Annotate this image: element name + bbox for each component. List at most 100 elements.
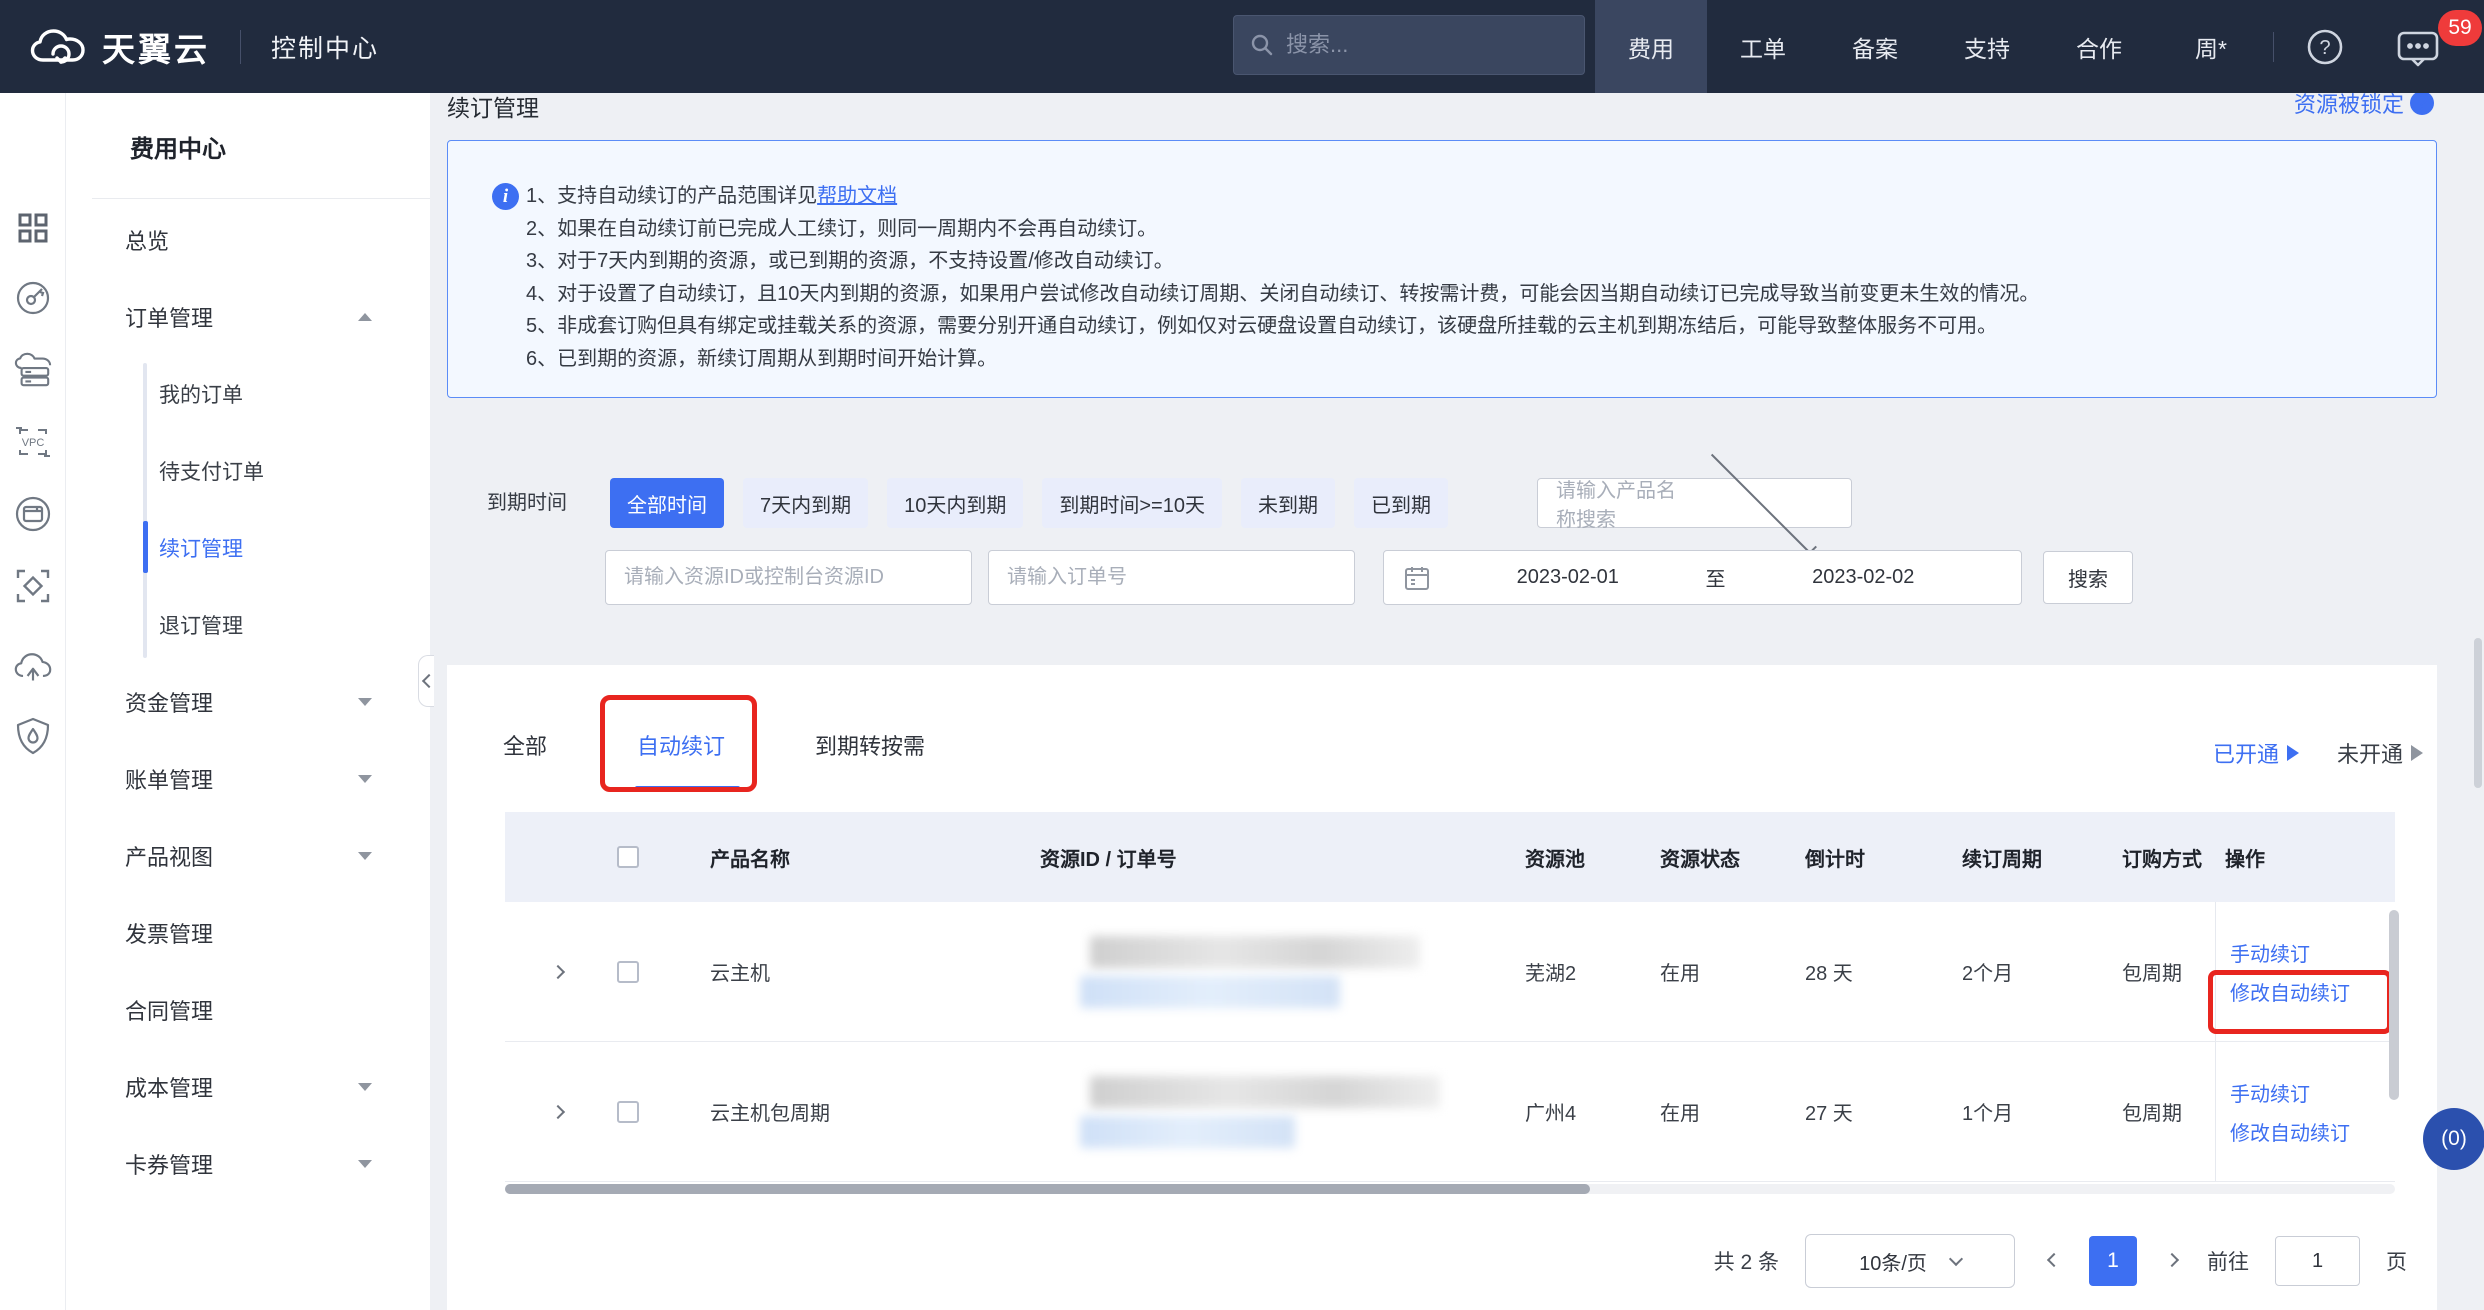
help-doc-link[interactable]: 帮助文档 [817,185,897,207]
order-no-input[interactable] [988,550,1355,605]
open-state-toggles: 已开通 未开通 [2213,737,2423,769]
row-checkbox[interactable] [617,1101,639,1123]
chevron-left-icon [2047,1253,2061,1267]
header-status: 资源状态 [1660,843,1805,872]
svg-text:?: ? [2319,37,2330,59]
console-window-icon[interactable] [14,495,52,533]
modify-auto-renew-link[interactable]: 修改自动续订 [2230,977,2395,1006]
service-icon-rail: VPC [0,93,66,1310]
filter-expired-button[interactable]: 已到期 [1354,478,1448,528]
search-button[interactable]: 搜索 [2043,551,2133,604]
table-header-row: 产品名称 资源ID / 订单号 资源池 资源状态 倒计时 续订周期 订购方式 操… [505,812,2395,902]
play-right-icon [2411,745,2423,761]
nav-item-partner[interactable]: 合作 [2043,0,2155,93]
tab-all[interactable]: 全部 [503,729,547,761]
navbar-menu: 费用 工单 备案 支持 合作 周* ? [1595,0,2484,93]
cloud-server-icon[interactable] [14,351,52,389]
console-center-label[interactable]: 控制中心 [271,29,379,65]
table-horizontal-scrollbar-thumb[interactable] [505,1184,1590,1194]
navbar-divider [240,30,241,64]
header-product: 产品名称 [710,843,1040,872]
brand-logo[interactable]: 天翼云 [30,23,210,71]
opened-toggle[interactable]: 已开通 [2213,737,2299,769]
current-page-button[interactable]: 1 [2089,1236,2137,1286]
cloud-sync-icon[interactable] [14,647,52,685]
sidebar-item-my-orders[interactable]: 我的订单 [66,355,430,432]
sidebar-item-pending-orders[interactable]: 待支付订单 [66,432,430,509]
manual-renew-link[interactable]: 手动续订 [2230,938,2395,967]
messages-button[interactable]: 59 [2370,0,2484,93]
filter-not-expired-button[interactable]: 未到期 [1241,478,1335,528]
apps-grid-icon[interactable] [14,209,52,247]
header-mode: 订购方式 [2122,843,2215,872]
cell-period: 1个月 [1962,1097,2122,1126]
redacted-resource-id [1090,1076,1440,1108]
table-vertical-scrollbar[interactable] [2389,910,2399,1100]
prev-page-button[interactable] [2041,1252,2063,1270]
sidebar-collapse-handle[interactable] [418,655,434,707]
page-size-select[interactable]: 10条/页 [1805,1234,2015,1288]
row-expand-icon[interactable] [551,1105,565,1119]
resource-id-input[interactable] [605,550,972,605]
help-button[interactable]: ? [2280,0,2370,93]
nav-item-tickets[interactable]: 工单 [1707,0,1819,93]
security-shield-icon[interactable] [14,717,52,755]
cell-status: 在用 [1660,957,1805,986]
info-icon: i [492,183,519,210]
sidebar-item-product-view[interactable]: 产品视图 [66,817,430,894]
sidebar-item-invoice-mgmt[interactable]: 发票管理 [66,894,430,971]
sidebar-item-overview[interactable]: 总览 [66,201,430,278]
not-opened-toggle[interactable]: 未开通 [2337,737,2423,769]
search-input[interactable] [1286,32,1574,58]
next-page-button[interactable] [2163,1252,2181,1270]
manual-renew-link[interactable]: 手动续订 [2230,1078,2395,1107]
sidebar-item-coupon-mgmt[interactable]: 卡券管理 [66,1125,430,1202]
expand-down-arrow-icon [358,1083,372,1091]
notice-line-3: 3、对于7天内到期的资源，或已到期的资源，不支持设置/修改自动续订。 [526,245,2406,278]
row-expand-icon[interactable] [551,965,565,979]
date-end-value[interactable]: 2023-02-02 [1726,566,2002,589]
filter-7days-button[interactable]: 7天内到期 [743,478,868,528]
cell-mode: 包周期 [2122,1097,2215,1126]
sidebar-item-cost-mgmt[interactable]: 成本管理 [66,1048,430,1125]
chevron-down-icon [1710,448,1816,554]
dashboard-gauge-icon[interactable] [14,279,52,317]
modify-auto-renew-link[interactable]: 修改自动续订 [2230,1117,2395,1146]
filter-10days-button[interactable]: 10天内到期 [887,478,1023,528]
sidebar-item-bill-mgmt[interactable]: 账单管理 [66,740,430,817]
date-start-value[interactable]: 2023-02-01 [1430,566,1706,589]
vpc-icon[interactable]: VPC [14,423,52,461]
svg-text:VPC: VPC [22,437,45,449]
goto-page-input[interactable] [2275,1236,2360,1286]
date-to-label: 至 [1706,563,1726,592]
notice-line-6: 6、已到期的资源，新续订周期从到期时间开始计算。 [526,343,2406,376]
select-all-checkbox[interactable] [617,846,639,868]
header-pool: 资源池 [1525,843,1660,872]
sidebar-item-funds-mgmt[interactable]: 资金管理 [66,663,430,740]
nav-item-support[interactable]: 支持 [1931,0,2043,93]
notice-box: i 1、支持自动续订的产品范围详见帮助文档 2、如果在自动续订前已完成人工续订，… [447,140,2437,398]
tab-expire-to-ondemand[interactable]: 到期转按需 [815,729,925,761]
sidebar-item-unsubscribe-mgmt[interactable]: 退订管理 [66,586,430,663]
sidebar-item-renewal-mgmt[interactable]: 续订管理 [66,509,430,586]
redacted-order-no [1080,976,1340,1008]
product-name-select[interactable]: 请输入产品名称搜索 [1537,478,1852,528]
nav-item-fees[interactable]: 费用 [1595,0,1707,93]
floating-count-badge[interactable]: (0) [2423,1108,2484,1170]
tab-auto-renewal[interactable]: 自动续订 [637,729,725,761]
filter-gte10days-button[interactable]: 到期时间>=10天 [1042,478,1222,528]
user-menu[interactable]: 周* [2155,0,2267,93]
scan-resource-icon[interactable] [14,567,52,605]
cell-product: 云主机包周期 [710,1097,1040,1126]
sidebar-item-order-mgmt[interactable]: 订单管理 [66,278,430,355]
filter-all-time-button[interactable]: 全部时间 [610,478,724,528]
date-range-picker[interactable]: 2023-02-01 至 2023-02-02 [1383,550,2022,605]
message-count-badge: 59 [2438,10,2482,46]
global-search-box[interactable] [1233,15,1585,75]
chevron-down-icon [1949,1252,1963,1266]
nav-item-filing[interactable]: 备案 [1819,0,1931,93]
row-checkbox[interactable] [617,961,639,983]
page-scrollbar-thumb[interactable] [2474,638,2482,788]
sidebar-item-contract-mgmt[interactable]: 合同管理 [66,971,430,1048]
header-countdown: 倒计时 [1805,843,1962,872]
